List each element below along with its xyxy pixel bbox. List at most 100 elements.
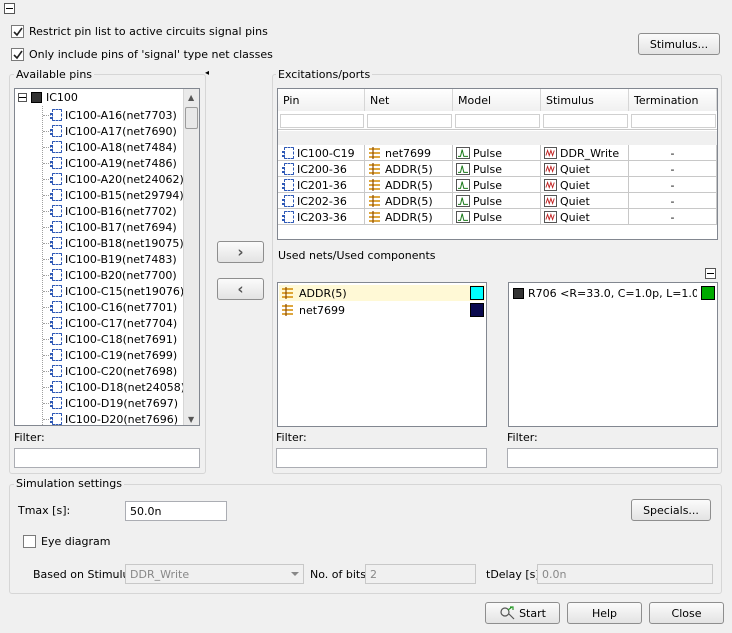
used-component-item[interactable]: R706 <R=33.0, C=1.0p, L=1.0n>: [510, 285, 716, 301]
cell-net[interactable]: ADDR(5): [365, 209, 453, 225]
cell-model[interactable]: Pulse: [453, 177, 541, 193]
tree-collapse-icon[interactable]: [18, 93, 27, 102]
tree-pin-item[interactable]: IC100-A17(net7690): [50, 123, 177, 139]
tree-pin-label: IC100-B16(net7702): [65, 204, 177, 218]
tree-scrollbar[interactable]: ▲ ▼: [183, 89, 199, 425]
net-color-swatch[interactable]: [470, 303, 484, 317]
tree-pin-item[interactable]: IC100-C20(net7698): [50, 363, 177, 379]
splitter-arrow-icon[interactable]: ◂: [205, 68, 209, 77]
signal-only-option[interactable]: Only include pins of 'signal' type net c…: [11, 48, 273, 61]
component-color-swatch[interactable]: [701, 286, 715, 300]
cell-model[interactable]: Pulse: [453, 161, 541, 177]
cell-stimulus[interactable]: Quiet: [541, 193, 629, 209]
excitation-row[interactable]: IC203-36 ADDR(5) Pulse Quiet -: [278, 209, 717, 225]
cell-net[interactable]: ADDR(5): [365, 193, 453, 209]
cell-termination[interactable]: -: [629, 177, 717, 193]
help-button[interactable]: Help: [567, 602, 642, 624]
tree-pin-item[interactable]: IC100-C16(net7701): [50, 299, 177, 315]
cell-pin[interactable]: IC100-C19: [278, 145, 365, 161]
component-chip-icon: [31, 92, 42, 103]
collapse-top-icon[interactable]: [4, 3, 15, 14]
tree-pin-item[interactable]: IC100-D18(net24058): [50, 379, 185, 395]
tree-pin-item[interactable]: IC100-C15(net19076): [50, 283, 184, 299]
used-net-item[interactable]: net7699: [279, 302, 485, 318]
cell-pin[interactable]: IC200-36: [278, 161, 365, 177]
tmax-input[interactable]: 50.0n: [125, 501, 227, 521]
cell-model[interactable]: Pulse: [453, 145, 541, 161]
col-net-header[interactable]: Net: [365, 89, 453, 111]
scroll-up-icon[interactable]: ▲: [188, 93, 194, 102]
used-components-list[interactable]: R706 <R=33.0, C=1.0p, L=1.0n>: [508, 282, 718, 427]
nets-filter-input[interactable]: [276, 448, 487, 468]
excitation-row[interactable]: IC200-36 ADDR(5) Pulse Quiet -: [278, 161, 717, 177]
cell-net[interactable]: ADDR(5): [365, 161, 453, 177]
excitations-table[interactable]: Pin Net Model Stimulus Termination IC100…: [277, 88, 718, 240]
cell-termination[interactable]: -: [629, 145, 717, 161]
col-stimulus-header[interactable]: Stimulus: [541, 89, 629, 111]
eye-diagram-option[interactable]: Eye diagram: [23, 535, 110, 548]
col-model-header[interactable]: Model: [453, 89, 541, 111]
used-nets-list[interactable]: ADDR(5) net7699: [277, 282, 487, 427]
cell-stimulus[interactable]: DDR_Write: [541, 145, 629, 161]
cell-net[interactable]: net7699: [365, 145, 453, 161]
tree-pin-item[interactable]: IC100-B20(net7700): [50, 267, 177, 283]
signal-only-checkbox[interactable]: [11, 48, 24, 61]
start-button[interactable]: Start: [485, 602, 560, 624]
tree-pin-item[interactable]: IC100-B16(net7702): [50, 203, 177, 219]
tree-pin-item[interactable]: IC100-D20(net7696): [50, 411, 178, 425]
tree-pin-item[interactable]: IC100-B15(net29794): [50, 187, 184, 203]
tree-pin-item[interactable]: IC100-C18(net7691): [50, 331, 177, 347]
bits-input[interactable]: 2: [365, 564, 476, 584]
eye-diagram-checkbox[interactable]: [23, 535, 36, 548]
cell-pin[interactable]: IC201-36: [278, 177, 365, 193]
scroll-thumb[interactable]: [185, 107, 198, 129]
col-termination-header[interactable]: Termination: [629, 89, 717, 111]
pins-filter-input[interactable]: [14, 448, 200, 468]
net-color-swatch[interactable]: [470, 286, 484, 300]
cell-termination[interactable]: -: [629, 193, 717, 209]
tree-pin-item[interactable]: IC100-A18(net7484): [50, 139, 177, 155]
scroll-down-icon[interactable]: ▼: [188, 415, 194, 424]
specials-button[interactable]: Specials...: [631, 499, 711, 521]
cell-termination[interactable]: -: [629, 161, 717, 177]
tree-pin-item[interactable]: IC100-B18(net19075): [50, 235, 184, 251]
remove-pin-button[interactable]: ‹: [217, 278, 264, 300]
tree-pin-item[interactable]: IC100-C17(net7704): [50, 315, 177, 331]
col-pin-header[interactable]: Pin: [278, 89, 365, 111]
stimulus-button[interactable]: Stimulus...: [638, 33, 720, 55]
excitation-row[interactable]: IC201-36 ADDR(5) Pulse Quiet -: [278, 177, 717, 193]
cell-pin[interactable]: IC202-36: [278, 193, 365, 209]
cell-net[interactable]: ADDR(5): [365, 177, 453, 193]
restrict-option[interactable]: Restrict pin list to active circuits sig…: [11, 25, 268, 38]
tree-pin-item[interactable]: IC100-A16(net7703): [50, 107, 177, 123]
add-pin-button[interactable]: ›: [217, 241, 264, 263]
available-pins-tree[interactable]: IC100 IC100-A16(net7703) IC100-A17(net769…: [14, 88, 200, 426]
restrict-checkbox[interactable]: [11, 25, 24, 38]
tdelay-input[interactable]: 0.0n: [537, 564, 713, 584]
pin-icon: [282, 195, 294, 207]
cell-termination[interactable]: -: [629, 209, 717, 225]
tree-pin-item[interactable]: IC100-A20(net24062): [50, 171, 184, 187]
cell-model[interactable]: Pulse: [453, 209, 541, 225]
collapse-used-icon[interactable]: [705, 268, 716, 279]
excitation-row[interactable]: IC100-C19 net7699 Pulse DDR_Write -: [278, 145, 717, 161]
pin-icon: [282, 211, 294, 223]
cell-pin[interactable]: IC203-36: [278, 209, 365, 225]
tree-pin-item[interactable]: IC100-B19(net7483): [50, 251, 177, 267]
tree-pin-item[interactable]: IC100-D19(net7697): [50, 395, 178, 411]
tree-root[interactable]: IC100: [31, 91, 78, 104]
tree-pin-label: IC100-C19(net7699): [65, 348, 178, 362]
components-filter-input[interactable]: [507, 448, 718, 468]
cell-stimulus[interactable]: Quiet: [541, 161, 629, 177]
tree-pin-item[interactable]: IC100-C19(net7699): [50, 347, 178, 363]
close-button[interactable]: Close: [649, 602, 724, 624]
excitation-row[interactable]: IC202-36 ADDR(5) Pulse Quiet -: [278, 193, 717, 209]
used-net-item[interactable]: ADDR(5): [279, 285, 485, 301]
tree-pin-item[interactable]: IC100-B17(net7694): [50, 219, 177, 235]
cell-stimulus[interactable]: Quiet: [541, 177, 629, 193]
cell-model[interactable]: Pulse: [453, 193, 541, 209]
cell-stimulus[interactable]: Quiet: [541, 209, 629, 225]
tree-pin-item[interactable]: IC100-A19(net7486): [50, 155, 177, 171]
table-filter-row[interactable]: [278, 112, 717, 130]
based-on-select[interactable]: DDR_Write: [125, 564, 304, 584]
